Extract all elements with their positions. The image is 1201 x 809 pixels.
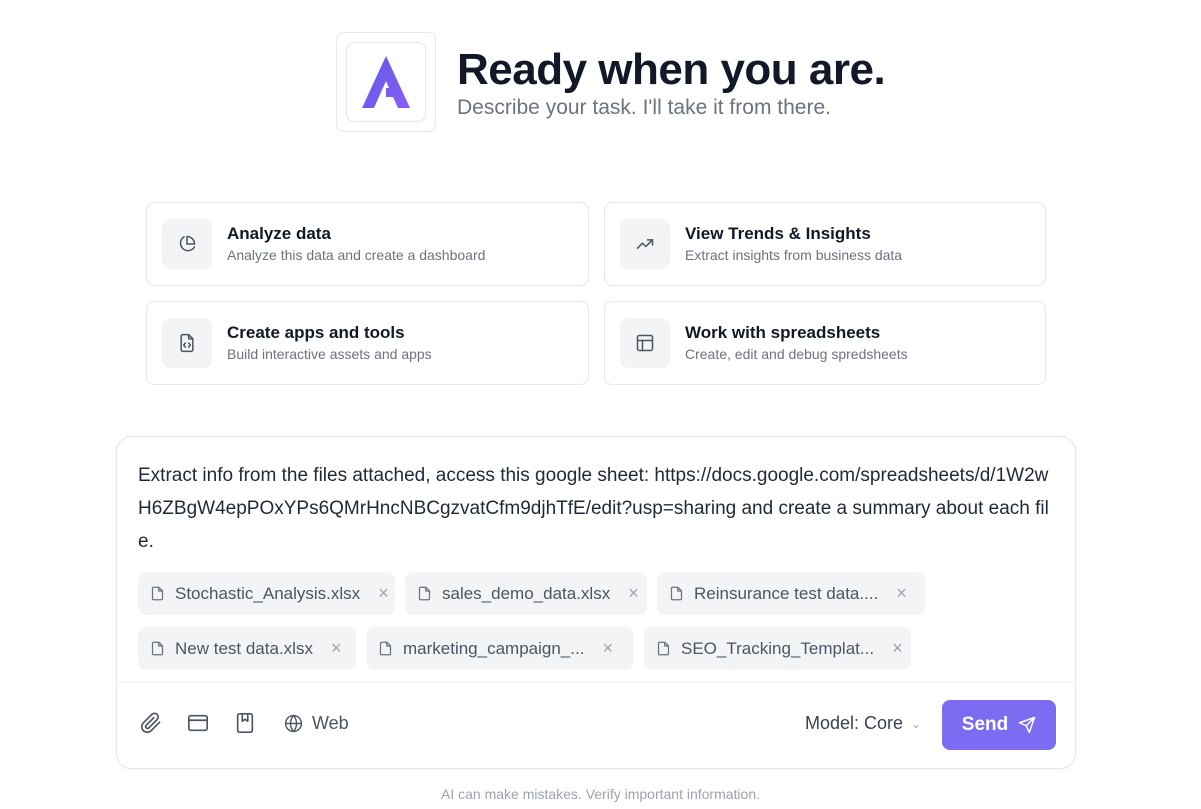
page-subtitle: Describe your task. I'll take it from th… [457, 96, 831, 119]
file-icon [150, 585, 165, 602]
brand-logo-icon [346, 42, 426, 122]
table-icon [620, 318, 670, 368]
suggestion-cards: Analyze data Analyze this data and creat… [146, 202, 1046, 385]
attachment-name: marketing_campaign_... [403, 638, 585, 658]
web-search-toggle[interactable]: Web [284, 713, 349, 734]
page-title: Ready when you are. [457, 45, 886, 94]
attachment-chip[interactable]: marketing_campaign_... × [366, 627, 634, 670]
attachment-name: New test data.xlsx [175, 638, 313, 658]
file-icon [669, 585, 684, 602]
paperclip-icon[interactable] [138, 710, 164, 736]
card-analyze-data[interactable]: Analyze data Analyze this data and creat… [146, 202, 589, 286]
composer-toolbar: Web [138, 710, 349, 736]
attachment-name: Stochastic_Analysis.xlsx [175, 583, 361, 603]
composer-divider [117, 682, 1075, 683]
web-label: Web [312, 712, 349, 733]
trending-up-icon [620, 219, 670, 269]
globe-icon [284, 714, 303, 732]
attachment-chip[interactable]: SEO_Tracking_Templat... × [644, 627, 911, 670]
card-description: Create, edit and debug spredsheets [685, 346, 908, 362]
send-label: Send [961, 714, 1009, 735]
send-button[interactable]: Send [942, 700, 1056, 750]
card-create-apps[interactable]: Create apps and tools Build interactive … [146, 301, 589, 385]
card-view-trends[interactable]: View Trends & Insights Extract insights … [604, 202, 1046, 286]
card-title: View Trends & Insights [685, 224, 871, 243]
file-icon [417, 585, 432, 602]
close-icon[interactable]: × [378, 583, 389, 604]
attachment-name: sales_demo_data.xlsx [442, 583, 611, 603]
close-icon[interactable]: × [628, 583, 639, 604]
disclaimer: AI can make mistakes. Verify important i… [440, 786, 760, 802]
attachment-chip[interactable]: Reinsurance test data.... × [657, 572, 925, 615]
model-label: Model: Core [805, 713, 904, 733]
chevron-down-icon: ⌄ [911, 716, 922, 731]
card-title: Create apps and tools [227, 323, 405, 342]
browser-window-icon[interactable] [185, 710, 211, 736]
close-icon[interactable]: × [602, 638, 613, 659]
close-icon[interactable]: × [896, 583, 907, 604]
attachment-chip[interactable]: New test data.xlsx × [138, 627, 356, 670]
card-description: Extract insights from business data [685, 247, 903, 263]
card-title: Work with spreadsheets [685, 323, 881, 342]
send-icon [1018, 716, 1036, 734]
bookmark-icon[interactable] [232, 710, 258, 736]
attachment-name: Reinsurance test data.... [694, 583, 879, 603]
close-icon[interactable]: × [892, 638, 903, 659]
attachment-list: Stochastic_Analysis.xlsx × sales_demo_da… [138, 572, 1058, 682]
prompt-composer: Extract info from the files attached, ac… [116, 436, 1076, 769]
file-icon [656, 640, 671, 657]
pie-chart-icon [162, 219, 212, 269]
file-icon [150, 640, 165, 657]
attachment-chip[interactable]: Stochastic_Analysis.xlsx × [138, 572, 395, 615]
prompt-input[interactable]: Extract info from the files attached, ac… [138, 459, 1058, 558]
hero-header: Ready when you are. Describe your task. … [336, 32, 886, 132]
brand-logo [336, 32, 436, 132]
card-description: Build interactive assets and apps [227, 346, 432, 362]
attachment-chip[interactable]: sales_demo_data.xlsx × [405, 572, 647, 615]
close-icon[interactable]: × [331, 638, 342, 659]
code-file-icon [162, 318, 212, 368]
model-selector[interactable]: Model: Core ⌄ [805, 713, 921, 734]
file-icon [378, 640, 393, 657]
card-description: Analyze this data and create a dashboard [227, 247, 486, 263]
attachment-name: SEO_Tracking_Templat... [681, 638, 875, 658]
page: Ready when you are. Describe your task. … [0, 0, 1201, 809]
card-spreadsheets[interactable]: Work with spreadsheets Create, edit and … [604, 301, 1046, 385]
card-title: Analyze data [227, 224, 331, 243]
